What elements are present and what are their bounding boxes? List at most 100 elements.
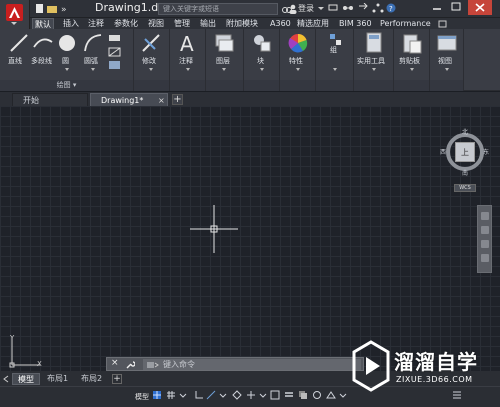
color-wheel-icon[interactable] [287,32,309,54]
properties-label[interactable]: 特性 [289,56,303,66]
text-tool-icon[interactable]: A [177,31,199,55]
block-dropdown-icon[interactable] [260,68,264,71]
wcs-menu-button[interactable]: WCS [454,184,476,192]
tab-drawing1[interactable]: Drawing1* [90,93,168,106]
new-tab-button[interactable]: + [172,94,183,105]
modify-dropdown-icon[interactable] [149,68,153,71]
ribbon-options-icon[interactable] [438,20,448,28]
tab-insert[interactable]: 插入 [61,18,81,29]
circle-dropdown-icon[interactable] [65,68,69,71]
line-tool-label[interactable]: 直线 [8,56,22,66]
new-file-icon[interactable] [34,3,46,14]
block-label[interactable]: 块 [257,56,264,66]
exchange-icon[interactable] [358,3,368,13]
grid-toggle-icon[interactable] [152,390,162,400]
cart-icon[interactable] [328,3,338,13]
wrench-icon[interactable] [125,360,135,370]
tab-layout2[interactable]: 布局2 [76,373,107,385]
quick-access-more-icon[interactable]: » [60,3,72,15]
group-label[interactable]: 组 [330,45,337,55]
circle-tool-label[interactable]: 圆 [62,56,69,66]
login-dropdown-icon[interactable] [318,7,324,10]
tab-featured-apps[interactable]: 精选应用 [295,18,331,29]
object-snap-dropdown-icon[interactable] [258,390,268,400]
search-input[interactable]: 键入关键字或短语 [158,3,278,15]
circle-tool-icon[interactable] [56,32,78,54]
snap-dropdown-icon[interactable] [178,390,188,400]
login-label[interactable]: 登录 [298,3,314,14]
annotation-scale-icon[interactable] [326,390,336,400]
tab-model[interactable]: 模型 [12,373,40,385]
user-icon[interactable] [288,4,298,14]
open-folder-icon[interactable] [46,3,58,14]
close-tab-icon[interactable]: × [158,96,165,105]
tab-bim360[interactable]: BIM 360 [337,18,374,29]
object-snap-icon[interactable] [270,390,280,400]
rectangle-tool-icon[interactable] [108,33,122,43]
annotation-scale-dropdown-icon[interactable] [338,390,348,400]
clipboard-label[interactable]: 剪贴板 [399,56,420,66]
status-model-label[interactable]: 模型 [135,392,149,402]
tab-parametric[interactable]: 参数化 [112,18,140,29]
isodraft-icon[interactable] [232,390,242,400]
arc-tool-icon[interactable] [82,32,104,54]
connect-icon[interactable] [342,3,354,13]
line-tool-icon[interactable] [8,32,30,54]
view-dropdown-icon[interactable] [445,68,449,71]
object-snap-tracking-icon[interactable] [246,390,256,400]
tab-addins[interactable]: 附加模块 [224,18,260,29]
navigation-bar[interactable] [477,205,492,273]
block-icon[interactable] [251,32,273,54]
tab-annotate[interactable]: 注释 [86,18,106,29]
tab-manage[interactable]: 管理 [172,18,192,29]
close-window-button[interactable] [468,0,492,15]
pan-icon[interactable] [481,226,489,234]
transparency-icon[interactable] [298,390,308,400]
utilities-dropdown-icon[interactable] [372,68,376,71]
polar-tracking-icon[interactable] [206,390,216,400]
calculator-icon[interactable] [365,32,383,54]
command-line-close-icon[interactable]: × [111,358,119,368]
snap-mode-icon[interactable] [166,390,176,400]
steering-wheel-icon[interactable] [481,212,489,220]
properties-dropdown-icon[interactable] [296,68,300,71]
polar-dropdown-icon[interactable] [218,390,228,400]
layers-label[interactable]: 图层 [216,56,230,66]
modify-label[interactable]: 修改 [142,56,156,66]
command-line[interactable]: × 键入命令 [106,357,364,371]
modify-tool-icon[interactable] [140,32,162,54]
layers-icon[interactable] [213,32,235,54]
view-label[interactable]: 视图 [438,56,452,66]
view-icon[interactable] [436,32,458,54]
hatch-tool-icon[interactable] [108,47,122,57]
paste-icon[interactable] [401,32,423,54]
tab-output[interactable]: 输出 [198,18,218,29]
layers-dropdown-icon[interactable] [222,68,226,71]
ortho-icon[interactable] [194,390,204,400]
layout-nav-icon[interactable] [2,375,10,383]
tab-view[interactable]: 视图 [146,18,166,29]
add-layout-button[interactable]: + [112,374,122,384]
drawing-canvas[interactable] [0,106,500,371]
minimize-button[interactable] [428,0,446,15]
group-dropdown-icon[interactable] [333,68,337,71]
tab-performance[interactable]: Performance [378,18,433,29]
draw-group-footer[interactable]: 绘图 ▾ [0,80,133,91]
command-input[interactable]: 键入命令 [143,359,361,370]
arc-dropdown-icon[interactable] [91,68,95,71]
polyline-tool-label[interactable]: 多段线 [31,56,52,66]
region-tool-icon[interactable] [108,60,122,70]
lineweight-icon[interactable] [284,390,294,400]
arc-tool-label[interactable]: 圆弧 [84,56,98,66]
utilities-label[interactable]: 实用工具 [357,56,385,66]
selection-cycling-icon[interactable] [312,390,322,400]
orbit-icon[interactable] [481,254,489,262]
annotation-label[interactable]: 注释 [179,56,193,66]
zoom-icon[interactable] [481,240,489,248]
annotation-dropdown-icon[interactable] [186,68,190,71]
tab-start[interactable]: 开始 [12,93,88,106]
help-icon[interactable]: ? [386,3,398,13]
apps-icon[interactable] [372,3,384,13]
tab-default[interactable]: 默认 [32,18,54,29]
polyline-tool-icon[interactable] [32,32,54,54]
